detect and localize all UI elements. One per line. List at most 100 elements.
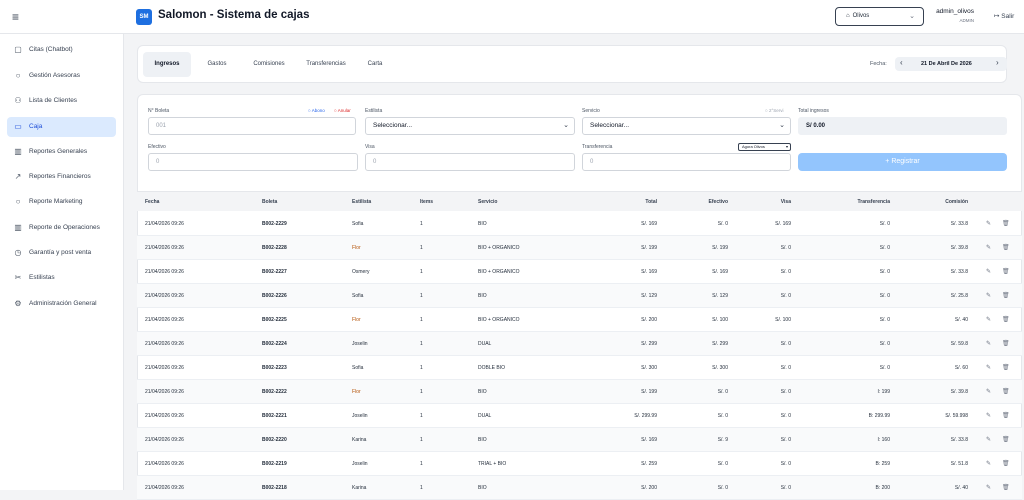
abono-radio[interactable]: ○ Abono: [308, 108, 325, 113]
cell-total: S/. 129: [641, 293, 657, 299]
cell-items: 1: [420, 317, 423, 323]
trash-icon[interactable]: 🗑: [1002, 356, 1010, 380]
trash-icon[interactable]: 🗑: [1002, 332, 1010, 356]
cell-estilista: Karina: [352, 437, 367, 443]
sidebar-item-administraci-n-general[interactable]: ⚙ Administración General: [7, 294, 116, 314]
estilista-select[interactable]: Seleccionar... ⌄: [365, 117, 575, 135]
trash-icon[interactable]: 🗑: [1002, 404, 1010, 428]
trash-icon[interactable]: 🗑: [1002, 452, 1010, 476]
store-select[interactable]: ⌂ Olivos ⌄: [835, 7, 924, 26]
edit-icon[interactable]: ✎: [986, 452, 991, 476]
cell-total: S/. 169: [641, 221, 657, 227]
sidebar-item-lista-de-clientes[interactable]: ⚇ Lista de Clientes: [7, 91, 116, 111]
cell-total: S/. 169: [641, 437, 657, 443]
register-button[interactable]: + Registrar: [798, 153, 1007, 171]
cell-fecha: 21/04/2026 09:26: [145, 485, 184, 491]
table-row: 21/04/2026 09:26 B002-2219 Joselin 1 TRIAL +…: [137, 452, 1022, 476]
transferencia-bank-select[interactable]: Agora Olivos ▾: [738, 143, 791, 151]
cell-efectivo: S/. 129: [712, 293, 728, 299]
trash-icon[interactable]: 🗑: [1002, 212, 1010, 236]
cell-visa: S/. 0: [780, 365, 791, 371]
cell-transferencia: S/. 0: [879, 221, 890, 227]
cell-total: S/. 200: [641, 485, 657, 491]
tab-carta[interactable]: Carta: [360, 52, 390, 77]
visa-input[interactable]: 0: [365, 153, 575, 171]
sidebar-item-reporte-de-operaciones[interactable]: ▥ Reporte de Operaciones: [7, 218, 116, 238]
tab-gastos[interactable]: Gastos: [198, 52, 236, 77]
cell-comision: S/. 39.8: [950, 389, 968, 395]
edit-icon[interactable]: ✎: [986, 476, 991, 500]
menu-icon[interactable]: ≡: [12, 10, 19, 24]
estilista-value: Seleccionar...: [373, 122, 413, 129]
cell-transferencia: I: 199: [877, 389, 890, 395]
cell-servicio: BIO + ORGANICO: [478, 269, 520, 275]
sidebar-item-label: Reporte de Operaciones: [29, 224, 100, 231]
sidebar-item-citas-chatbot[interactable]: ▢ Citas (Chatbot): [7, 40, 116, 60]
edit-icon[interactable]: ✎: [986, 332, 991, 356]
servicio-select[interactable]: Seleccionar... ⌄: [582, 117, 791, 135]
trash-icon[interactable]: 🗑: [1002, 380, 1010, 404]
cell-efectivo: S/. 0: [717, 389, 728, 395]
cell-comision: S/. 40: [954, 485, 968, 491]
edit-icon[interactable]: ✎: [986, 284, 991, 308]
cell-comision: S/. 33.8: [950, 269, 968, 275]
trash-icon[interactable]: 🗑: [1002, 476, 1010, 500]
total-field: S/ 0.00: [798, 117, 1007, 135]
edit-icon[interactable]: ✎: [986, 236, 991, 260]
cell-boleta: B002-2225: [262, 317, 287, 323]
cell-servicio: BIO: [478, 221, 487, 227]
sidebar-item-caja[interactable]: ▭ Caja: [7, 117, 116, 137]
edit-icon[interactable]: ✎: [986, 428, 991, 452]
cell-items: 1: [420, 389, 423, 395]
boleta-input[interactable]: 001: [148, 117, 356, 135]
trash-icon[interactable]: 🗑: [1002, 284, 1010, 308]
date-prev-button[interactable]: ‹: [900, 58, 903, 67]
trash-icon[interactable]: 🗑: [1002, 236, 1010, 260]
cell-visa: S/. 0: [780, 389, 791, 395]
clock-icon: ◷: [14, 248, 22, 257]
cell-fecha: 21/04/2026 09:26: [145, 245, 184, 251]
edit-icon[interactable]: ✎: [986, 308, 991, 332]
logout-button[interactable]: ↦ Salir: [994, 12, 1014, 20]
cell-boleta: B002-2226: [262, 293, 287, 299]
tab-transferencias[interactable]: Transferencias: [300, 52, 352, 77]
sidebar-item-reportes-financieros[interactable]: ↗ Reportes Financieros: [7, 167, 116, 187]
col-comision: Comisión: [945, 199, 968, 205]
trash-icon[interactable]: 🗑: [1002, 428, 1010, 452]
edit-icon[interactable]: ✎: [986, 380, 991, 404]
sidebar-item-reporte-marketing[interactable]: ○ Reporte Marketing: [7, 192, 116, 212]
edit-icon[interactable]: ✎: [986, 404, 991, 428]
anular-radio[interactable]: ○ Anular: [334, 108, 351, 113]
cell-visa: S/. 0: [780, 245, 791, 251]
servicio-extra-radio[interactable]: ○ 2°Servi: [765, 108, 784, 113]
edit-icon[interactable]: ✎: [986, 260, 991, 284]
date-next-button[interactable]: ›: [996, 58, 999, 67]
cell-efectivo: S/. 299: [712, 341, 728, 347]
table-row: 21/04/2026 09:26 B002-2224 Joselin 1 DUAL S/.…: [137, 332, 1022, 356]
tab-ingresos[interactable]: Ingresos: [143, 52, 191, 77]
sidebar-item-estilistas[interactable]: ✂ Estilistas: [7, 268, 116, 288]
edit-icon[interactable]: ✎: [986, 356, 991, 380]
transferencia-input[interactable]: 0: [582, 153, 791, 171]
cell-fecha: 21/04/2026 09:26: [145, 269, 184, 275]
cell-transferencia: S/. 0: [879, 245, 890, 251]
boleta-label: N° Boleta: [148, 108, 170, 114]
sidebar-item-garant-a-y-post-venta[interactable]: ◷ Garantía y post venta: [7, 243, 116, 263]
sidebar-item-reportes-generales[interactable]: ▥ Reportes Generales: [7, 142, 116, 162]
cell-comision: S/. 40: [954, 317, 968, 323]
cell-transferencia: S/. 0: [879, 293, 890, 299]
table-row: 21/04/2026 09:26 B002-2222 Flor 1 BIO S/. 199…: [137, 380, 1022, 404]
user-info: admin_olivos ADMIN: [928, 8, 974, 23]
servicio-label: Servicio: [582, 108, 600, 114]
cell-efectivo: S/. 169: [712, 269, 728, 275]
efectivo-input[interactable]: 0: [148, 153, 358, 171]
cell-total: S/. 169: [641, 269, 657, 275]
cell-visa: S/. 0: [780, 269, 791, 275]
tab-comisiones[interactable]: Comisiones: [245, 52, 293, 77]
sidebar-item-gesti-n-asesoras[interactable]: ○ Gestión Asesoras: [7, 66, 116, 86]
table-row: 21/04/2026 09:26 B002-2225 Flor 1 BIO + ORGA…: [137, 308, 1022, 332]
cell-estilista: Sofia: [352, 293, 364, 299]
trash-icon[interactable]: 🗑: [1002, 260, 1010, 284]
edit-icon[interactable]: ✎: [986, 212, 991, 236]
trash-icon[interactable]: 🗑: [1002, 308, 1010, 332]
